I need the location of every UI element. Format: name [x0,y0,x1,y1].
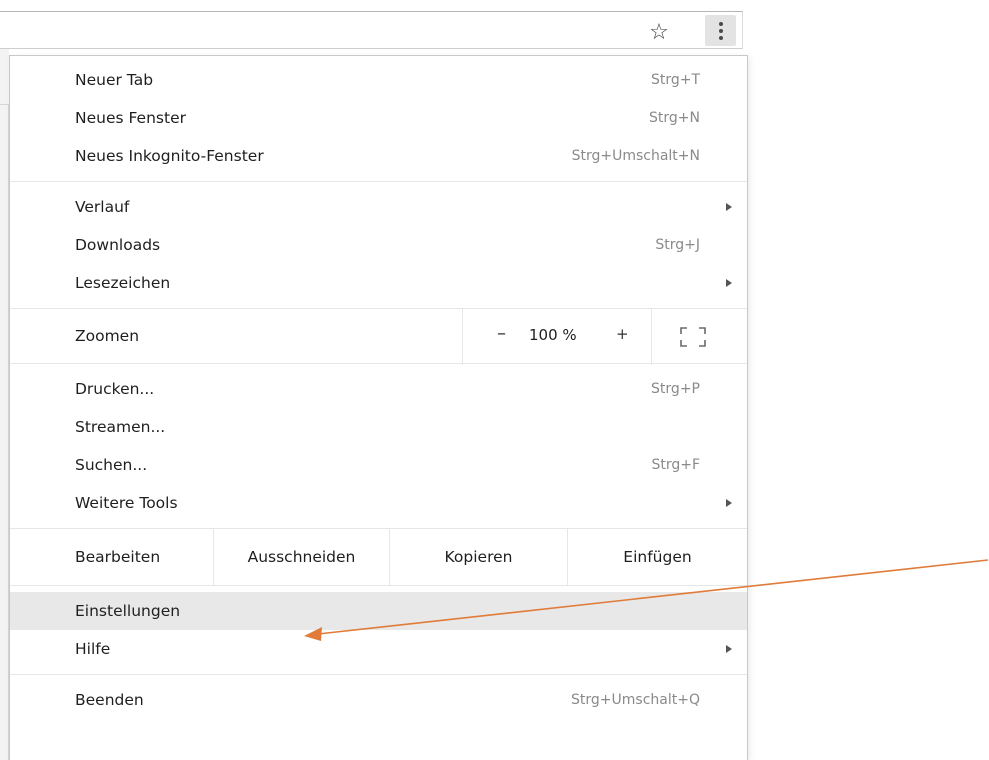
menu-item-shortcut: Strg+T [650,72,700,88]
menu-item-exit[interactable]: Beenden Strg+Umschalt+Q [10,681,747,719]
menu-item-shortcut: Strg+Umschalt+N [571,148,700,164]
menu-item-shortcut: Strg+F [651,457,700,473]
zoom-in-button[interactable]: + [616,325,629,343]
menu-item-shortcut: Strg+J [655,237,700,253]
menu-item-label: Neues Fenster [75,109,186,127]
menu-item-label: Hilfe [75,640,111,658]
submenu-arrow-icon [726,499,732,507]
edit-label: Bearbeiten [75,548,161,566]
menu-item-label: Neues Inkognito-Fenster [75,147,264,165]
menu-item-downloads[interactable]: Downloads Strg+J [10,226,747,264]
menu-separator [10,181,747,182]
zoom-label: Zoomen [75,327,140,345]
menu-item-help[interactable]: Hilfe [10,630,747,668]
chrome-main-menu: Neuer Tab Strg+T Neues Fenster Strg+N Ne… [9,55,748,760]
zoom-row: Zoomen – 100 % + [10,308,747,365]
menu-item-label: Neuer Tab [75,71,154,89]
menu-item-label: Einstellungen [75,602,181,620]
address-bar[interactable] [0,11,743,49]
menu-item-cast[interactable]: Streamen... [10,408,747,446]
chrome-menu-button[interactable] [705,15,736,46]
submenu-arrow-icon [726,203,732,211]
menu-item-shortcut: Strg+Umschalt+Q [571,692,700,708]
cut-button[interactable]: Ausschneiden [213,529,389,585]
menu-item-label: Downloads [75,236,161,254]
menu-item-new-incognito-window[interactable]: Neues Inkognito-Fenster Strg+Umschalt+N [10,137,747,175]
copy-button[interactable]: Kopieren [389,529,567,585]
menu-item-label: Streamen... [75,418,166,436]
menu-item-history[interactable]: Verlauf [10,188,747,226]
bookmark-star-icon[interactable]: ☆ [645,18,673,46]
fullscreen-icon[interactable] [680,327,706,347]
menu-item-shortcut: Strg+N [649,110,700,126]
menu-item-label: Suchen... [75,456,148,474]
menu-item-new-tab[interactable]: Neuer Tab Strg+T [10,61,747,99]
menu-item-new-window[interactable]: Neues Fenster Strg+N [10,99,747,137]
edit-row: Bearbeiten Ausschneiden Kopieren Einfüge… [10,528,747,586]
menu-item-more-tools[interactable]: Weitere Tools [10,484,747,522]
zoom-out-button[interactable]: – [497,323,506,344]
menu-item-label: Weitere Tools [75,494,178,512]
menu-item-print[interactable]: Drucken... Strg+P [10,370,747,408]
menu-separator [10,674,747,675]
menu-item-settings[interactable]: Einstellungen [10,592,747,630]
submenu-arrow-icon [726,279,732,287]
paste-button[interactable]: Einfügen [567,529,747,585]
page-left-edge [0,49,9,760]
menu-item-label: Beenden [75,691,144,709]
menu-item-shortcut: Strg+P [651,381,700,397]
submenu-arrow-icon [726,645,732,653]
menu-item-label: Verlauf [75,198,130,216]
zoom-controls: – 100 % + [462,309,652,365]
menu-item-find[interactable]: Suchen... Strg+F [10,446,747,484]
menu-item-label: Drucken... [75,380,155,398]
menu-item-bookmarks[interactable]: Lesezeichen [10,264,747,302]
kebab-menu-icon [718,21,723,40]
zoom-level: 100 % [529,326,577,344]
menu-item-label: Lesezeichen [75,274,171,292]
